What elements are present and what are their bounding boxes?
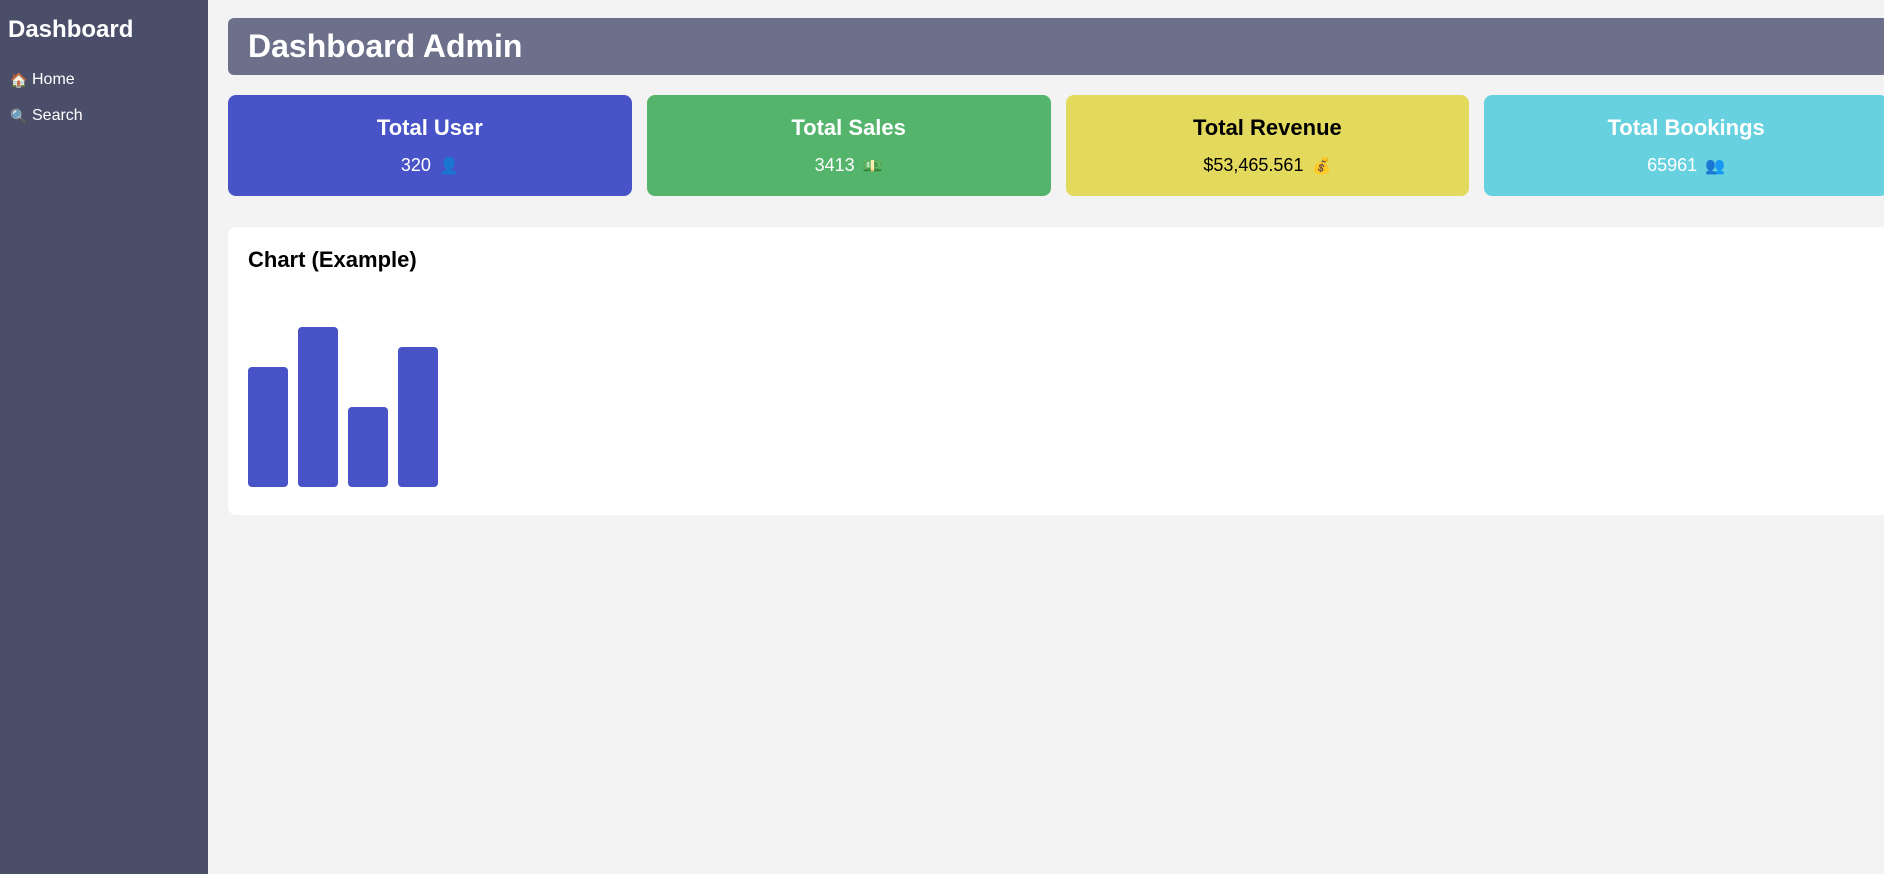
bar-chart <box>248 287 648 487</box>
chart-panel: Chart (Example) <box>228 227 1884 515</box>
card-value-row: 320 👤 <box>401 155 459 176</box>
sidebar-item-label: Home <box>32 71 75 88</box>
card-title: Total User <box>376 115 483 140</box>
card-title: Total Sales <box>791 115 906 140</box>
card-value: 3413 <box>814 155 855 175</box>
card-title: Total Bookings <box>1607 115 1765 140</box>
card-total-revenue: Total Revenue $53,465.561 💰 <box>1065 95 1470 196</box>
magnifier-icon: 🔍 <box>10 107 28 124</box>
sidebar-item-home[interactable]: 🏠 Home <box>8 62 200 98</box>
sidebar: Dashboard 🏠 Home 🔍 Search <box>0 0 208 874</box>
card-total-sales: Total Sales 3413 💵 <box>646 95 1051 196</box>
card-value: 320 <box>400 155 431 175</box>
money-bag-icon: 💰 <box>1311 157 1332 175</box>
users-icon: 👥 <box>1705 157 1726 175</box>
sidebar-item-search[interactable]: 🔍 Search <box>8 98 200 134</box>
card-title: Total Revenue <box>1193 115 1342 140</box>
card-value-row: 3413 💵 <box>815 155 883 176</box>
main-content: Dashboard Admin Total User 320 👤 Total S… <box>228 18 1884 515</box>
card-value-row: $53,465.561 💰 <box>1203 155 1331 176</box>
stat-cards: Total User 320 👤 Total Sales 3413 💵 Tota… <box>228 95 1884 196</box>
sidebar-title: Dashboard <box>8 16 134 43</box>
card-value: $53,465.561 <box>1203 155 1304 175</box>
page-title: Dashboard Admin <box>248 28 523 64</box>
chart-bar <box>398 347 438 487</box>
card-value-row: 65961 👥 <box>1647 155 1725 176</box>
chart-bar <box>248 367 288 487</box>
page-header: Dashboard Admin <box>228 18 1884 75</box>
money-icon: 💵 <box>862 157 883 175</box>
chart-title: Chart (Example) <box>248 247 417 272</box>
chart-bar <box>298 327 338 487</box>
user-icon: 👤 <box>438 157 459 175</box>
chart-bar <box>348 407 388 487</box>
card-value: 65961 <box>1647 155 1698 175</box>
card-total-user: Total User 320 👤 <box>228 95 632 196</box>
sidebar-item-label: Search <box>32 107 83 124</box>
house-icon: 🏠 <box>10 71 28 88</box>
card-total-bookings: Total Bookings 65961 👥 <box>1484 95 1884 196</box>
